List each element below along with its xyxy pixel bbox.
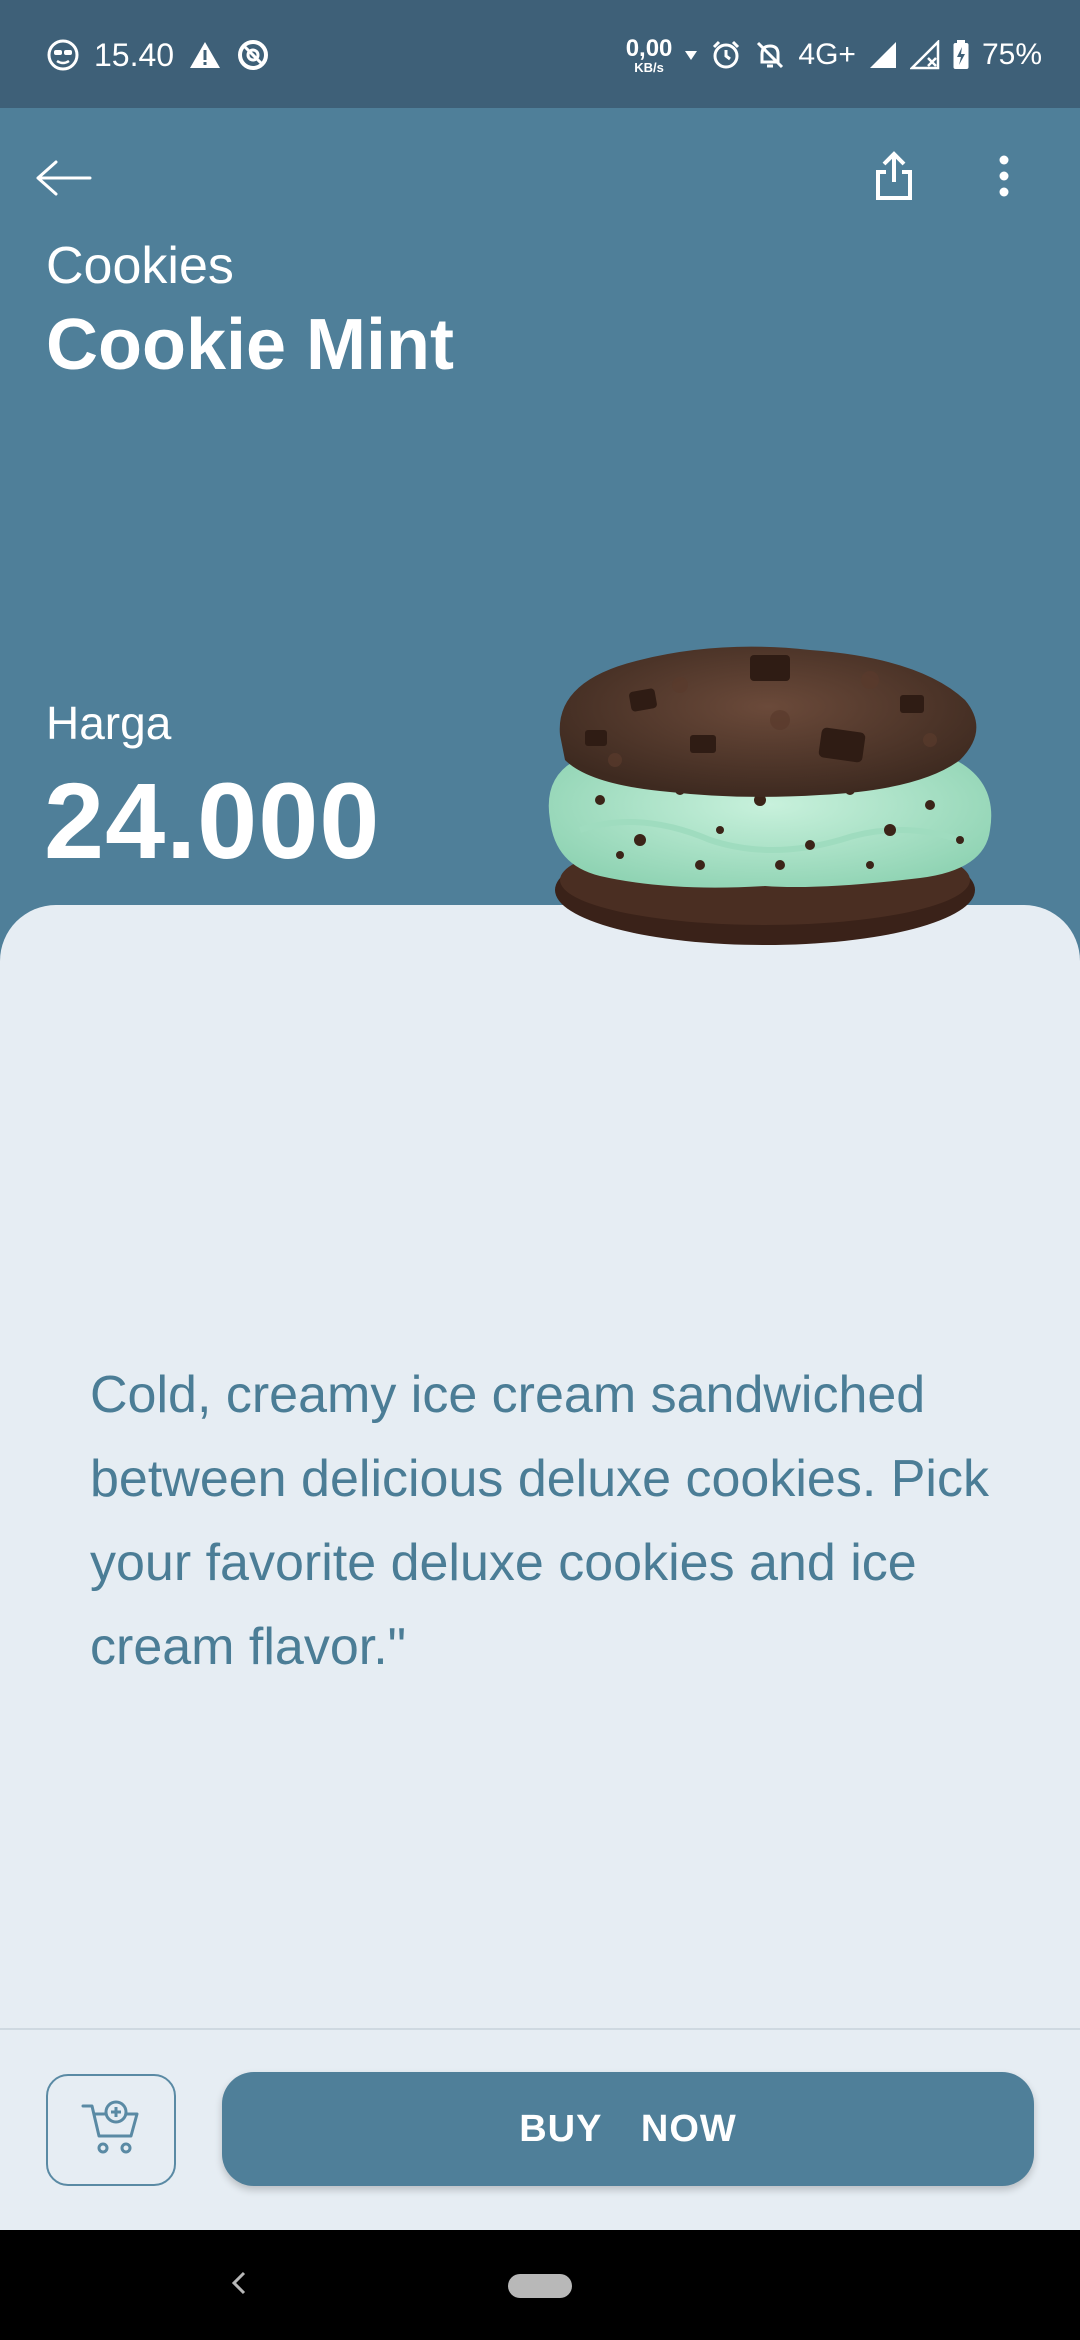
network-speed-value: 0,00 [625, 34, 673, 62]
system-home-pill[interactable] [508, 2274, 572, 2298]
status-time: 15.40 [94, 36, 175, 73]
description-card: Cold, creamy ice cream sandwiched betwee… [0, 905, 1080, 2029]
alarm-icon [710, 39, 742, 71]
system-back-button[interactable] [214, 2260, 264, 2310]
share-button[interactable] [858, 142, 930, 214]
sunglasses-face-icon [46, 38, 80, 72]
add-to-cart-icon [79, 2098, 143, 2163]
price-value: 24.000 [44, 760, 381, 881]
buy-now-button[interactable]: BUY NOW [222, 2072, 1034, 2186]
battery-level: 75% [981, 38, 1042, 71]
notifications-off-icon [754, 39, 786, 71]
network-speed: 0,00 KB/s [625, 34, 673, 75]
signal-no-sim-icon [909, 40, 940, 70]
more-options-button[interactable] [968, 142, 1040, 214]
system-navigation-bar [0, 2230, 1080, 2340]
share-icon [874, 150, 914, 207]
status-bar: 15.40 0,00 KB/s 4G+ 75% [0, 0, 1080, 108]
product-category: Cookies [46, 237, 234, 295]
product-description: Cold, creamy ice cream sandwiched betwee… [90, 1366, 989, 1676]
battery-charging-icon [952, 39, 970, 71]
buy-now-label: BUY NOW [519, 2107, 737, 2150]
chevron-left-icon [229, 2270, 249, 2301]
status-left: 15.40 [46, 30, 270, 80]
status-right: 0,00 KB/s 4G+ 75% [626, 30, 1042, 80]
price-label: Harga [46, 697, 172, 749]
warning-icon [188, 40, 222, 70]
back-button[interactable] [28, 144, 100, 216]
product-image [520, 640, 1010, 970]
more-vertical-icon [996, 154, 1012, 203]
signal-icon [868, 40, 898, 70]
network-speed-unit: KB/s [634, 59, 664, 75]
signal-down-icon [684, 49, 698, 61]
bottom-action-bar: BUY NOW [0, 2028, 1080, 2230]
data-saver-icon [236, 38, 270, 72]
product-name: Cookie Mint [46, 305, 454, 385]
network-type: 4G+ [798, 38, 856, 71]
add-to-cart-button[interactable] [46, 2074, 176, 2186]
arrow-left-icon [34, 158, 94, 203]
